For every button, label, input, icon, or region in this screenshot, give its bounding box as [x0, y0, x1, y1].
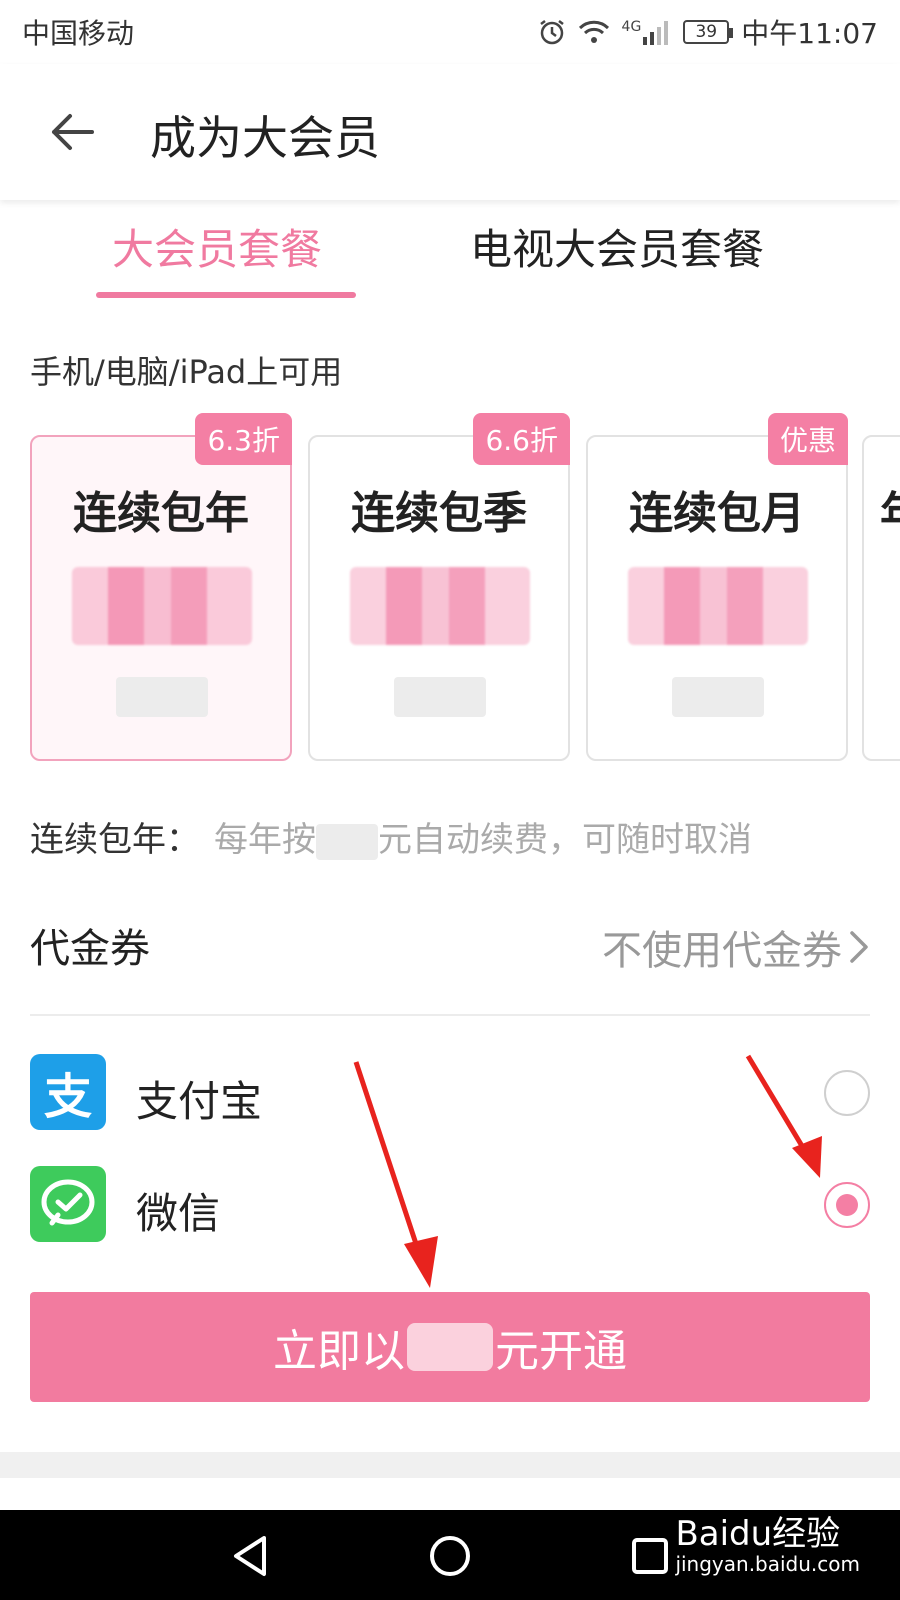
plan-card-quarterly[interactable]: 6.6折 连续包季: [308, 413, 570, 761]
battery-level: 39: [695, 22, 718, 42]
tab-vip-plans[interactable]: 大会员套餐: [112, 216, 322, 277]
activate-button[interactable]: 立即以 元开通: [30, 1292, 870, 1402]
status-icons: 4G 39 中午11:07: [538, 12, 878, 52]
plan-description: 连续包年： 每年按 元自动续费，可随时取消: [30, 812, 752, 861]
discount-badge: 优惠: [767, 413, 848, 465]
signal-icon: 4G: [622, 19, 672, 45]
alipay-icon: 支: [30, 1054, 106, 1130]
availability-text: 手机/电脑/iPad上可用: [30, 353, 343, 391]
renewal-price-redacted: [316, 823, 378, 860]
network-type: 4G: [621, 19, 642, 35]
coupon-value: 不使用代金券: [602, 918, 870, 976]
wechat-icon: [30, 1166, 106, 1242]
wifi-icon: [578, 19, 610, 45]
wechat-radio[interactable]: [824, 1182, 870, 1228]
coupon-label: 代金券: [30, 926, 150, 972]
discount-badge: 6.3折: [195, 413, 292, 465]
watermark-url: jingyan.baidu.com: [675, 1552, 860, 1577]
nav-recents-icon[interactable]: [626, 1532, 674, 1580]
price-redacted: [628, 567, 808, 645]
plan-card-monthly[interactable]: 优惠 连续包月: [586, 413, 848, 761]
payment-label: 微信: [136, 1189, 221, 1238]
coupon-value-text: 不使用代金券: [602, 928, 842, 974]
plan-name: 连续包季: [351, 488, 527, 539]
android-nav-bar: Baidu经验 jingyan.baidu.com: [0, 1510, 900, 1600]
plan-description-label: 连续包年：: [30, 820, 200, 860]
payment-option-alipay[interactable]: 支 支付宝: [30, 1054, 870, 1134]
plan-name: 年: [880, 477, 900, 541]
alipay-glyph: 支: [43, 1069, 92, 1125]
discount-badge: 6.6折: [473, 413, 570, 465]
baidu-watermark: Baidu经验 jingyan.baidu.com: [675, 1514, 860, 1577]
watermark-title: Baidu经验: [675, 1514, 841, 1554]
divider: [30, 1014, 870, 1016]
nav-back-icon[interactable]: [226, 1532, 274, 1580]
app-header: 成为大会员: [0, 64, 900, 200]
carrier-label: 中国移动: [22, 17, 135, 50]
button-price-redacted: [407, 1323, 493, 1371]
battery-icon: 39: [683, 20, 734, 44]
coupon-row[interactable]: 代金券 不使用代金券: [30, 900, 870, 1000]
tab-tv-vip-plans[interactable]: 电视大会员套餐: [470, 216, 764, 277]
chevron-right-icon: [850, 931, 868, 963]
plan-card-yearly[interactable]: 6.3折 连续包年: [30, 413, 292, 761]
back-arrow-icon[interactable]: [44, 104, 100, 160]
activate-button-suffix: 元开通: [495, 1326, 627, 1377]
plan-name: 连续包年: [73, 488, 249, 539]
payment-option-wechat[interactable]: 微信: [30, 1166, 870, 1246]
alipay-radio[interactable]: [824, 1070, 870, 1116]
plan-description-suffix: 元自动续费，可随时取消: [378, 820, 752, 860]
plan-name: 连续包月: [629, 488, 805, 539]
activate-button-prefix: 立即以: [273, 1326, 405, 1377]
original-price-redacted: [394, 677, 486, 717]
page-title: 成为大会员: [150, 111, 380, 165]
bottom-spacer: [0, 1452, 900, 1478]
price-redacted: [72, 567, 252, 645]
plan-description-prefix: 每年按: [214, 820, 316, 860]
nav-home-icon[interactable]: [426, 1532, 474, 1580]
status-bar: 中国移动 4G 39 中午11:07: [0, 0, 900, 64]
clock: 中午11:07: [741, 17, 878, 50]
price-redacted: [350, 567, 530, 645]
payment-label: 支付宝: [136, 1077, 263, 1126]
original-price-redacted: [116, 677, 208, 717]
original-price-redacted: [672, 677, 764, 717]
alarm-icon: [538, 18, 566, 46]
plan-card-partial[interactable]: 年: [862, 435, 900, 761]
active-tab-indicator: [96, 292, 356, 298]
tab-bar: 大会员套餐 电视大会员套餐: [0, 200, 900, 300]
